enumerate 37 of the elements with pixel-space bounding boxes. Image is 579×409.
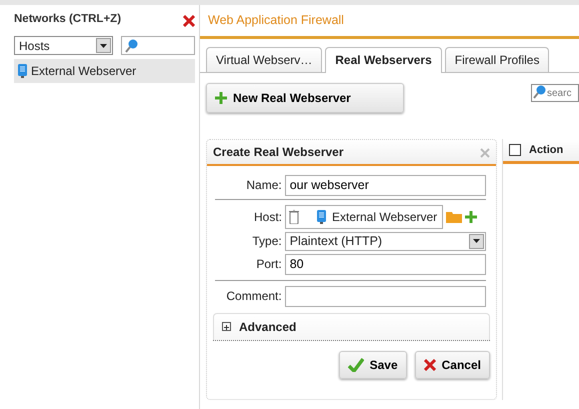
save-button[interactable]: Save: [338, 350, 407, 379]
search-field[interactable]: [121, 36, 195, 56]
folder-icon[interactable]: [446, 210, 462, 223]
server-icon: [317, 210, 326, 224]
sidebar-item[interactable]: External Webserver: [14, 59, 195, 84]
host-type-select[interactable]: Hosts: [14, 36, 113, 56]
close-icon: [424, 358, 436, 371]
cancel-button[interactable]: Cancel: [414, 350, 490, 379]
expand-icon: [222, 322, 231, 332]
search-field[interactable]: searc: [531, 84, 579, 102]
page-title: Web Application Firewall: [200, 5, 579, 39]
tab[interactable]: Virtual Webserv…: [206, 46, 322, 72]
new-webserver-button[interactable]: New Real Webserver: [206, 82, 404, 113]
server-icon: [18, 64, 27, 78]
search-icon: [533, 84, 546, 99]
input-field[interactable]: 80: [284, 254, 486, 275]
plus-icon: [215, 92, 227, 104]
field-label: Port:: [255, 256, 282, 274]
check-icon: [348, 358, 364, 372]
type-select[interactable]: Plaintext (HTTP): [284, 232, 486, 251]
dialog-title: Create Real Webserver: [213, 144, 344, 161]
field-label: Name:: [245, 177, 282, 194]
input-field[interactable]: our webserver: [284, 174, 486, 196]
advanced-section[interactable]: Advanced: [213, 312, 490, 340]
select-all-checkbox[interactable]: [509, 144, 521, 156]
plus-icon[interactable]: [465, 210, 477, 223]
field-label: Host:: [252, 208, 282, 226]
field-label: Comment:: [225, 288, 282, 306]
trash-icon[interactable]: [289, 210, 299, 224]
panel-title: Networks (CTRL+Z): [14, 12, 122, 27]
tab[interactable]: Real Webservers: [325, 46, 442, 73]
column-header[interactable]: Action: [529, 142, 564, 158]
input-field[interactable]: [284, 286, 486, 307]
tab[interactable]: Firewall Profiles: [444, 46, 550, 72]
host-field[interactable]: External Webserver: [285, 204, 443, 229]
field-label: Type:: [251, 233, 282, 250]
search-icon: [125, 38, 138, 53]
